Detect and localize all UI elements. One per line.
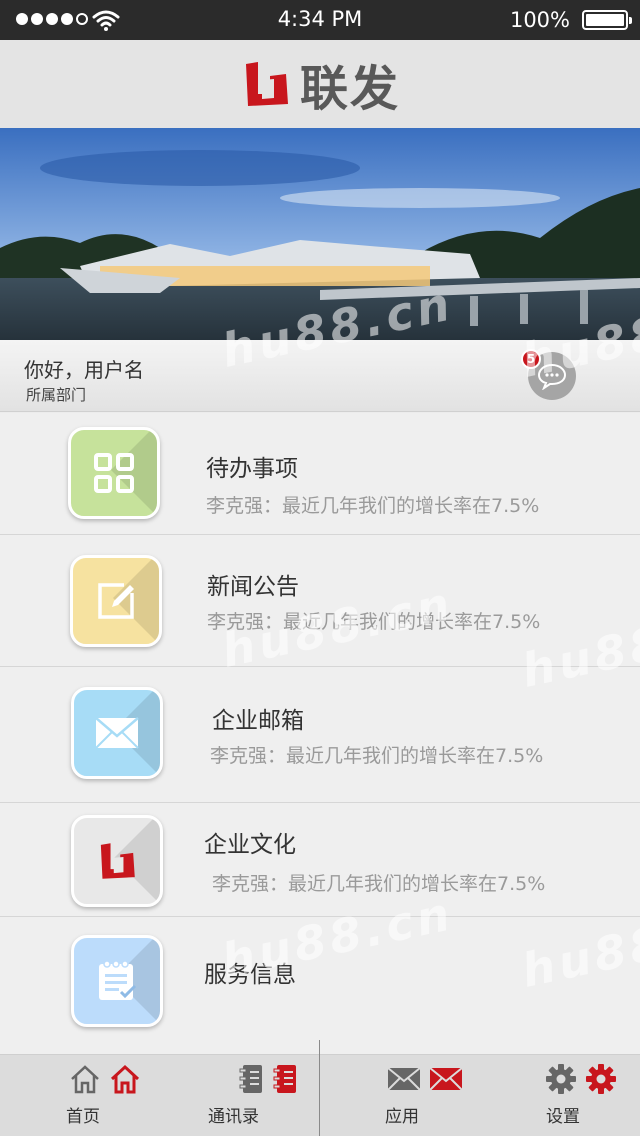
- culture-tile: [71, 815, 163, 907]
- email-tile: [71, 687, 163, 779]
- chat-bubble-icon: [537, 363, 567, 390]
- tab-divider: [319, 1040, 320, 1136]
- tab-label: 设置: [546, 1107, 580, 1127]
- item-title: 新闻公告: [207, 574, 299, 600]
- list-item-email[interactable]: 企业邮箱 李克强：最近几年我们的增长率在7.5%: [0, 667, 640, 803]
- tab-label: 通讯录: [208, 1107, 259, 1127]
- home-icon: [110, 1064, 140, 1094]
- tab-settings[interactable]: 设置: [542, 1062, 620, 1132]
- lianfa-logo-icon: [245, 62, 288, 106]
- mail-icon: [387, 1067, 421, 1091]
- item-title: 待办事项: [206, 456, 298, 482]
- tab-apps[interactable]: 应用: [385, 1062, 465, 1132]
- battery-percent: 100%: [509, 8, 570, 32]
- message-count-badge: 5: [521, 349, 541, 369]
- item-subtitle: 李克强：最近几年我们的增长率在7.5%: [210, 745, 544, 767]
- item-subtitle: 李克强：最近几年我们的增长率在7.5%: [212, 873, 546, 895]
- tab-home[interactable]: 首页: [60, 1062, 150, 1132]
- banner-image: [0, 128, 640, 340]
- tab-label: 首页: [66, 1107, 100, 1127]
- contacts-book-icon: [239, 1065, 262, 1093]
- todo-tile: [68, 427, 160, 519]
- grid-icon: [94, 453, 134, 493]
- mail-icon: [95, 717, 139, 749]
- news-tile: [70, 555, 162, 647]
- item-subtitle: 李克强：最近几年我们的增长率在7.5%: [206, 495, 540, 517]
- home-icon: [71, 1065, 99, 1094]
- list-item-culture[interactable]: 企业文化 李克强：最近几年我们的增长率在7.5%: [0, 803, 640, 917]
- notepad-icon: [99, 960, 137, 1000]
- list-item-news[interactable]: 新闻公告 李克强：最近几年我们的增长率在7.5%: [0, 535, 640, 667]
- item-title: 企业邮箱: [212, 708, 304, 734]
- item-title: 服务信息: [204, 962, 296, 988]
- battery-icon: [582, 10, 632, 30]
- item-subtitle: 李克强：最近几年我们的增长率在7.5%: [207, 611, 541, 633]
- status-bar: 4:34 PM 100%: [0, 0, 640, 40]
- list-item-todo[interactable]: 待办事项 李克强：最近几年我们的增长率在7.5%: [0, 413, 640, 535]
- gear-icon: [586, 1064, 616, 1094]
- user-greeting: 你好，用户名: [24, 358, 144, 382]
- mail-icon: [429, 1067, 463, 1091]
- lianfa-logo-icon: [100, 843, 135, 879]
- brand-name: 联发: [299, 61, 400, 117]
- list-item-service[interactable]: 服务信息: [0, 917, 640, 1054]
- service-tile: [71, 935, 163, 1027]
- gear-icon: [546, 1064, 576, 1094]
- user-department: 所属部门: [26, 386, 87, 404]
- app-header: 联发: [0, 40, 640, 128]
- contacts-book-icon: [273, 1065, 296, 1093]
- tab-label: 应用: [385, 1107, 419, 1127]
- edit-icon: [98, 583, 134, 619]
- tab-contacts[interactable]: 通讯录: [208, 1062, 318, 1132]
- item-title: 企业文化: [204, 832, 296, 858]
